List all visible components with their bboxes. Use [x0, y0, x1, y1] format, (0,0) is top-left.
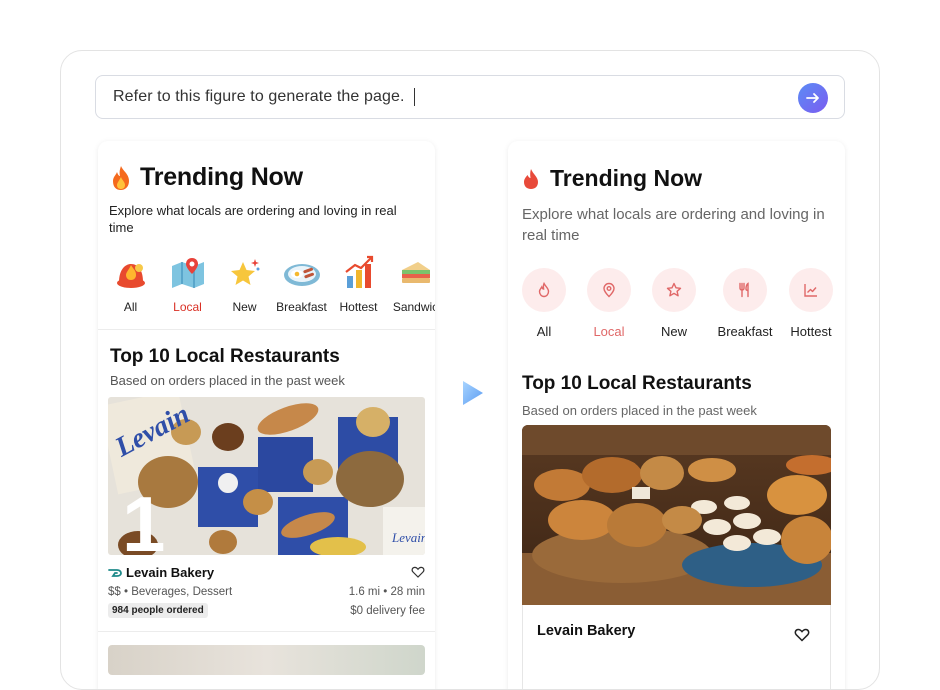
section-title: Top 10 Local Restaurants — [110, 346, 340, 367]
drop-icon — [524, 168, 538, 189]
generated-screen: Trending Now Explore what locals are ord… — [508, 141, 845, 689]
category-label: Local — [593, 324, 625, 339]
restaurant-photo[interactable]: Levain Levain 1 — [108, 397, 425, 555]
prompt-input[interactable]: Refer to this figure to generate the pag… — [95, 75, 845, 119]
map-pin-icon — [171, 258, 204, 288]
category-new[interactable]: New — [216, 254, 273, 314]
category-sandwich[interactable]: Sandwic — [387, 254, 435, 314]
arrow-right-icon — [806, 93, 819, 103]
category-new[interactable]: New — [652, 268, 696, 339]
category-all[interactable]: All — [102, 254, 159, 314]
utensils-icon — [739, 282, 749, 298]
category-all[interactable]: All — [522, 268, 566, 339]
category-hottest[interactable]: Hottest — [330, 254, 387, 314]
page-title: Trending Now — [140, 163, 303, 191]
section-subtitle: Based on orders placed in the past week — [110, 373, 345, 388]
fire-helmet-icon — [116, 264, 145, 288]
flame-outline-icon — [538, 282, 550, 298]
dashpass-icon — [108, 568, 122, 577]
trending-chart-icon — [344, 255, 373, 288]
restaurant-photo[interactable] — [522, 425, 831, 605]
trending-header: Trending Now Explore what locals are ord… — [98, 141, 435, 236]
prompt-text: Refer to this figure to generate the pag… — [113, 88, 405, 105]
restaurant-name[interactable]: Levain Bakery — [126, 565, 214, 580]
delivery-fee: $0 delivery fee — [350, 604, 425, 617]
location-pin-icon — [603, 282, 615, 298]
levain-bag-text: Levain — [391, 530, 425, 545]
rank-number: 1 — [122, 480, 166, 555]
send-button[interactable] — [798, 83, 828, 113]
category-label: New — [660, 324, 687, 339]
category-local[interactable]: Local — [159, 254, 216, 314]
category-label: Hottest — [790, 324, 832, 339]
line-chart-icon — [804, 284, 817, 297]
restaurant-info: Levain Bakery $$ • Beverages, Dessert 1.… — [108, 565, 425, 618]
category-label: All — [123, 300, 138, 314]
category-breakfast[interactable]: Breakfast — [273, 254, 330, 314]
star-outline-icon — [666, 282, 682, 297]
reference-screen: Trending Now Explore what locals are ord… — [98, 141, 435, 689]
main-frame: Refer to this figure to generate the pag… — [60, 50, 880, 690]
text-caret — [413, 88, 415, 106]
breakfast-plate-icon — [283, 264, 320, 286]
heart-icon[interactable] — [794, 627, 810, 642]
section-subtitle: Based on orders placed in the past week — [522, 403, 757, 418]
page-subtitle: Explore what locals are ordering and lov… — [109, 203, 397, 235]
bakery-display-image — [522, 425, 831, 605]
fire-icon — [113, 165, 129, 190]
sparkle-star-icon — [230, 259, 259, 285]
category-label: Breakfast — [276, 300, 327, 314]
category-label: All — [536, 324, 552, 339]
category-row: All Local New Breakfast Hottest — [508, 268, 845, 339]
heart-icon[interactable] — [411, 565, 425, 579]
category-row: All Local New Breakfast Hottest Sandwic — [98, 254, 435, 314]
page-subtitle: Explore what locals are ordering and lov… — [522, 206, 825, 244]
orders-badge: 984 people ordered — [108, 603, 208, 618]
arrow-right-icon — [463, 381, 483, 405]
category-label: Hottest — [339, 300, 378, 314]
category-label: Breakfast — [717, 324, 773, 339]
page-title: Trending Now — [550, 165, 703, 191]
price-and-tags: $$ • Beverages, Dessert — [108, 586, 233, 598]
divider — [98, 631, 435, 632]
sandwich-icon — [401, 262, 430, 283]
category-label: Local — [173, 300, 202, 314]
restaurant-name[interactable]: Levain Bakery — [537, 623, 635, 639]
section-title: Top 10 Local Restaurants — [522, 373, 752, 394]
category-breakfast[interactable]: Breakfast — [717, 268, 773, 339]
category-local[interactable]: Local — [587, 268, 631, 339]
category-label: Sandwic — [392, 300, 435, 314]
category-label: New — [232, 300, 257, 314]
distance-time: 1.6 mi • 28 min — [348, 586, 425, 598]
category-hottest[interactable]: Hottest — [789, 268, 833, 339]
